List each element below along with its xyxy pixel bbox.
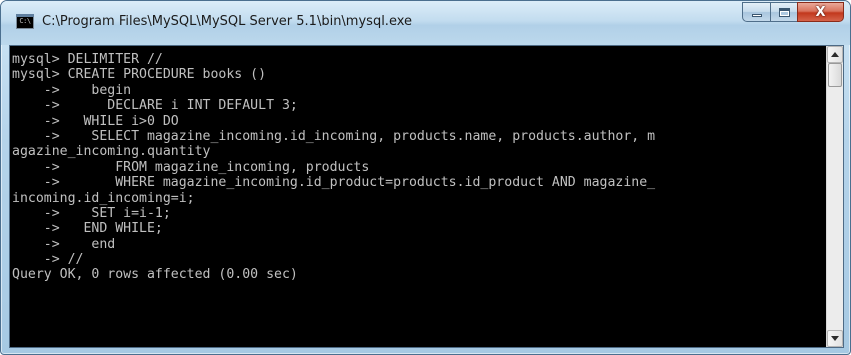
minimize-button[interactable] (742, 2, 770, 22)
console-line: -> END WHILE; (12, 221, 163, 237)
console-client-area: mysql> DELIMITER //mysql> CREATE PROCEDU… (9, 45, 844, 348)
arrow-down-icon (831, 336, 839, 341)
app-icon-text: C:\ (19, 17, 31, 25)
title-bar[interactable]: C:\ C:\Program Files\MySQL\MySQL Server … (1, 1, 850, 45)
window-controls: X (742, 2, 844, 22)
console-line: Query OK, 0 rows affected (0.00 sec) (12, 267, 298, 283)
window-title: C:\Program Files\MySQL\MySQL Server 5.1\… (42, 14, 412, 29)
scroll-down-button[interactable] (827, 330, 843, 347)
console-line: -> FROM magazine_incoming, products (12, 159, 370, 175)
close-icon: X (815, 4, 826, 20)
console-line: -> SELECT magazine_incoming.id_incoming,… (12, 128, 656, 144)
vertical-scrollbar[interactable] (826, 46, 843, 347)
console-line: -> begin (12, 82, 132, 98)
scroll-up-button[interactable] (827, 46, 843, 63)
scrollbar-thumb[interactable] (828, 63, 842, 87)
console-line: mysql> CREATE PROCEDURE books () (12, 67, 267, 83)
console-line: -> end (12, 236, 116, 252)
console-app-icon[interactable]: C:\ (16, 14, 34, 29)
console-window: C:\ C:\Program Files\MySQL\MySQL Server … (0, 0, 851, 355)
console-line: -> DECLARE i INT DEFAULT 3; (12, 98, 298, 114)
console-line: -> // (12, 252, 84, 268)
console-line: -> SET i=i-1; (12, 205, 171, 221)
console-line: -> WHERE magazine_incoming.id_product=pr… (12, 175, 656, 191)
arrow-up-icon (831, 52, 839, 57)
console-output[interactable]: mysql> DELIMITER //mysql> CREATE PROCEDU… (10, 46, 826, 347)
console-line: -> WHILE i>0 DO (12, 113, 179, 129)
console-line: incoming.id_incoming=i; (12, 190, 195, 206)
maximize-button[interactable] (770, 2, 797, 22)
console-line: mysql> DELIMITER // (12, 52, 163, 67)
maximize-icon (778, 7, 790, 17)
console-line: agazine_incoming.quantity (12, 144, 211, 160)
close-button[interactable]: X (797, 2, 844, 22)
minimize-icon (751, 13, 762, 17)
